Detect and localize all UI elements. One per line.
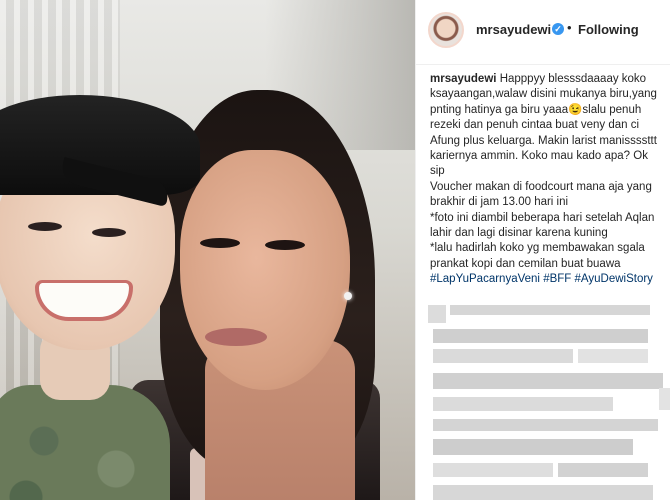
- caption-username[interactable]: mrsayudewi: [430, 73, 496, 85]
- hashtag-link[interactable]: #AyuDewiStory: [575, 273, 653, 285]
- verified-badge-icon: ✓: [552, 23, 564, 35]
- man-smile: [35, 280, 133, 321]
- profile-avatar[interactable]: [428, 12, 464, 48]
- hashtag-link[interactable]: #LapYuPacarnyaVeni: [430, 273, 540, 285]
- post-side-panel: mrsayudewi ✓ • Following mrsayudewi Happ…: [415, 0, 670, 500]
- man-shirt: [0, 385, 170, 500]
- post-caption: mrsayudewi Happpyy blesssdaaaay koko ksa…: [430, 72, 660, 288]
- separator-dot: •: [567, 20, 572, 35]
- post-photo[interactable]: [0, 0, 415, 500]
- woman-eye-right: [265, 240, 305, 250]
- caption-text: Happpyy blesssdaaaay koko ksayaangan,wal…: [430, 73, 657, 270]
- earring: [344, 292, 352, 300]
- scrollbar-thumb[interactable]: [659, 388, 670, 410]
- post-header: mrsayudewi ✓ • Following: [416, 0, 670, 65]
- blurred-comments: [428, 305, 670, 500]
- woman-eye-left: [200, 238, 240, 248]
- woman-lips: [205, 328, 267, 346]
- man-eye-left: [28, 222, 62, 231]
- username-link[interactable]: mrsayudewi: [476, 22, 551, 37]
- hashtag-link[interactable]: #BFF: [543, 273, 571, 285]
- following-button[interactable]: Following: [578, 22, 639, 37]
- man-eye-right: [92, 228, 126, 237]
- woman-face: [180, 150, 350, 390]
